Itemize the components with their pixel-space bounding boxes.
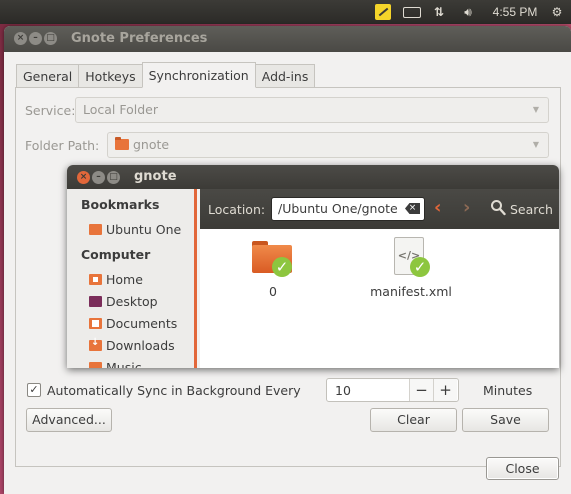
dialog-title: gnote xyxy=(134,169,177,184)
sync-check-icon: ✓ xyxy=(410,257,430,277)
search-icon[interactable] xyxy=(490,199,506,217)
dialog-close-button[interactable]: × xyxy=(77,171,90,184)
window-maximize-button[interactable]: □ xyxy=(44,32,57,45)
folder-icon xyxy=(115,137,129,150)
sidebar-item-label: Music xyxy=(106,360,142,368)
close-button[interactable]: Close xyxy=(486,457,559,480)
tab-synchronization[interactable]: Synchronization xyxy=(141,62,256,88)
clock[interactable]: 4:55 PM xyxy=(489,0,541,24)
places-sidebar: Bookmarks Ubuntu One Computer Home Deskt… xyxy=(67,189,197,368)
folder-chooser-dialog: × – □ gnote Bookmarks Ubuntu One Compute… xyxy=(67,165,559,368)
sidebar-item-label: Ubuntu One xyxy=(106,222,182,237)
forward-arrow-icon[interactable]: › xyxy=(463,197,470,218)
dialog-maximize-button[interactable]: □ xyxy=(107,171,120,184)
network-icon[interactable]: ⇅ xyxy=(430,0,448,24)
increment-button[interactable]: + xyxy=(433,379,457,401)
keyboard-indicator-icon[interactable] xyxy=(402,0,422,24)
window-titlebar[interactable]: × – □ Gnote Preferences xyxy=(4,26,571,52)
save-button[interactable]: Save xyxy=(462,408,549,432)
sidebar-item-label: Home xyxy=(106,272,143,287)
downloads-folder-icon xyxy=(89,337,102,351)
sidebar-item-label: Documents xyxy=(106,316,178,331)
sidebar-item-music[interactable]: Music xyxy=(89,360,142,368)
service-label: Service: xyxy=(25,103,76,118)
clear-button[interactable]: Clear xyxy=(370,408,457,432)
file-name: 0 xyxy=(269,284,277,299)
sidebar-item-downloads[interactable]: Downloads xyxy=(89,337,175,353)
file-item-manifest[interactable]: </> ✓ manifest.xml xyxy=(366,235,456,305)
sidebar-item-home[interactable]: Home xyxy=(89,272,143,287)
window-close-button[interactable]: × xyxy=(14,32,27,45)
decrement-button[interactable]: − xyxy=(409,379,433,401)
folder-icon xyxy=(89,224,102,235)
dialog-minimize-button[interactable]: – xyxy=(92,171,105,184)
search-label[interactable]: Search xyxy=(510,202,553,217)
location-label: Location: xyxy=(208,202,266,217)
chevron-down-icon: ▼ xyxy=(532,105,539,114)
dialog-titlebar[interactable]: × – □ gnote xyxy=(67,165,559,189)
tab-bar: General Hotkeys Synchronization Add-ins xyxy=(16,62,316,88)
window-title: Gnote Preferences xyxy=(71,31,208,46)
autosync-interval-value[interactable]: 10 xyxy=(335,383,351,398)
tab-add-ins[interactable]: Add-ins xyxy=(254,64,316,88)
documents-folder-icon xyxy=(89,318,102,329)
minutes-label: Minutes xyxy=(483,383,533,398)
sidebar-item-desktop[interactable]: Desktop xyxy=(89,294,158,309)
notes-indicator-icon[interactable] xyxy=(374,0,392,24)
back-arrow-icon[interactable]: ‹ xyxy=(434,197,441,218)
home-folder-icon xyxy=(89,274,102,285)
gear-icon[interactable]: ⚙ xyxy=(547,0,567,24)
music-folder-icon xyxy=(89,362,102,368)
advanced-button[interactable]: Advanced... xyxy=(26,408,112,432)
volume-icon[interactable]: 🔊︎ xyxy=(458,0,478,24)
file-name: manifest.xml xyxy=(370,284,452,299)
service-value: Local Folder xyxy=(83,102,158,117)
chevron-down-icon: ▼ xyxy=(532,140,539,149)
autosync-label[interactable]: Automatically Sync in Background Every xyxy=(47,383,301,398)
service-select[interactable]: Local Folder ▼ xyxy=(75,97,549,123)
location-bar: Location: /Ubuntu One/gnote × ‹ › Search xyxy=(200,189,559,229)
autosync-interval-stepper[interactable]: 10 − + xyxy=(326,378,459,402)
clear-location-icon[interactable]: × xyxy=(405,203,420,214)
folder-path-chooser[interactable]: gnote ▼ xyxy=(107,132,549,158)
sidebar-item-label: Downloads xyxy=(106,338,175,353)
computer-header: Computer xyxy=(81,247,151,262)
sync-check-icon: ✓ xyxy=(272,257,292,277)
window-minimize-button[interactable]: – xyxy=(29,32,42,45)
tab-general[interactable]: General xyxy=(16,64,80,88)
autosync-checkbox[interactable]: ✓ xyxy=(27,383,41,397)
location-value: /Ubuntu One/gnote xyxy=(278,201,398,216)
tab-hotkeys[interactable]: Hotkeys xyxy=(78,64,143,88)
location-input[interactable]: /Ubuntu One/gnote × xyxy=(271,197,425,221)
desktop-icon xyxy=(89,296,102,307)
folder-path-value: gnote xyxy=(133,137,170,152)
file-item-folder[interactable]: ✓ 0 xyxy=(250,239,296,305)
bookmarks-header: Bookmarks xyxy=(81,197,160,212)
file-list: ✓ 0 </> ✓ manifest.xml xyxy=(200,229,559,368)
sidebar-item-documents[interactable]: Documents xyxy=(89,316,177,331)
top-panel: ⇅ 🔊︎ 4:55 PM ⚙ xyxy=(0,0,571,24)
sidebar-item-ubuntu-one[interactable]: Ubuntu One xyxy=(89,222,181,237)
sidebar-item-label: Desktop xyxy=(106,294,158,309)
folder-path-label: Folder Path: xyxy=(25,138,100,153)
